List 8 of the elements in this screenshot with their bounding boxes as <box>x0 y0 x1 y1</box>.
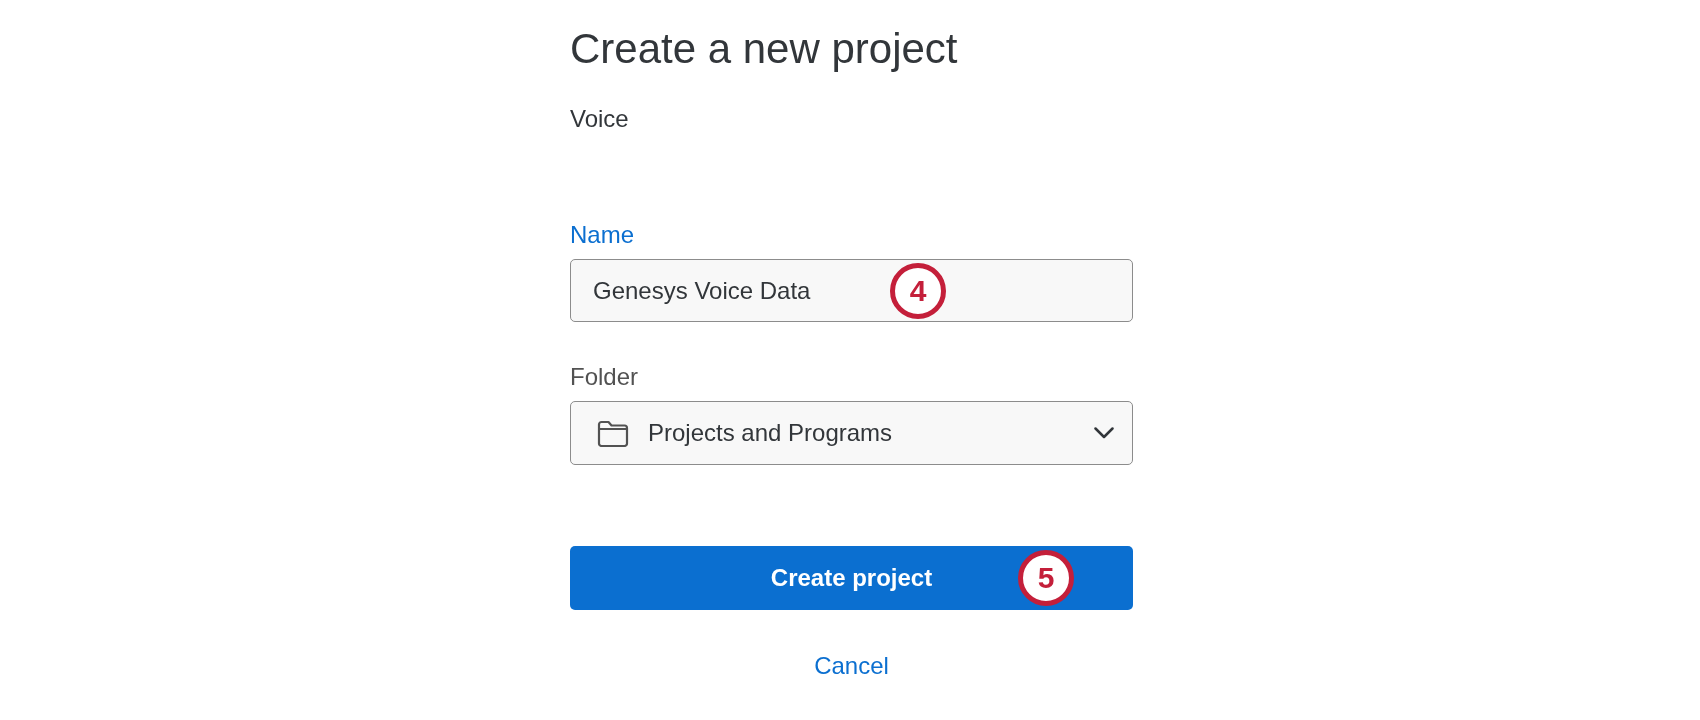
page-title: Create a new project <box>570 24 958 74</box>
field-label: Name <box>570 220 635 250</box>
folder-dropdown[interactable]: Projects and Programs <box>570 401 1133 465</box>
project-type-text: Voice <box>570 104 629 134</box>
cancel-link[interactable]: Cancel <box>814 651 889 681</box>
field-label: Folder <box>570 362 639 392</box>
chevron-down-icon <box>1094 427 1114 439</box>
folder-icon <box>597 419 629 447</box>
